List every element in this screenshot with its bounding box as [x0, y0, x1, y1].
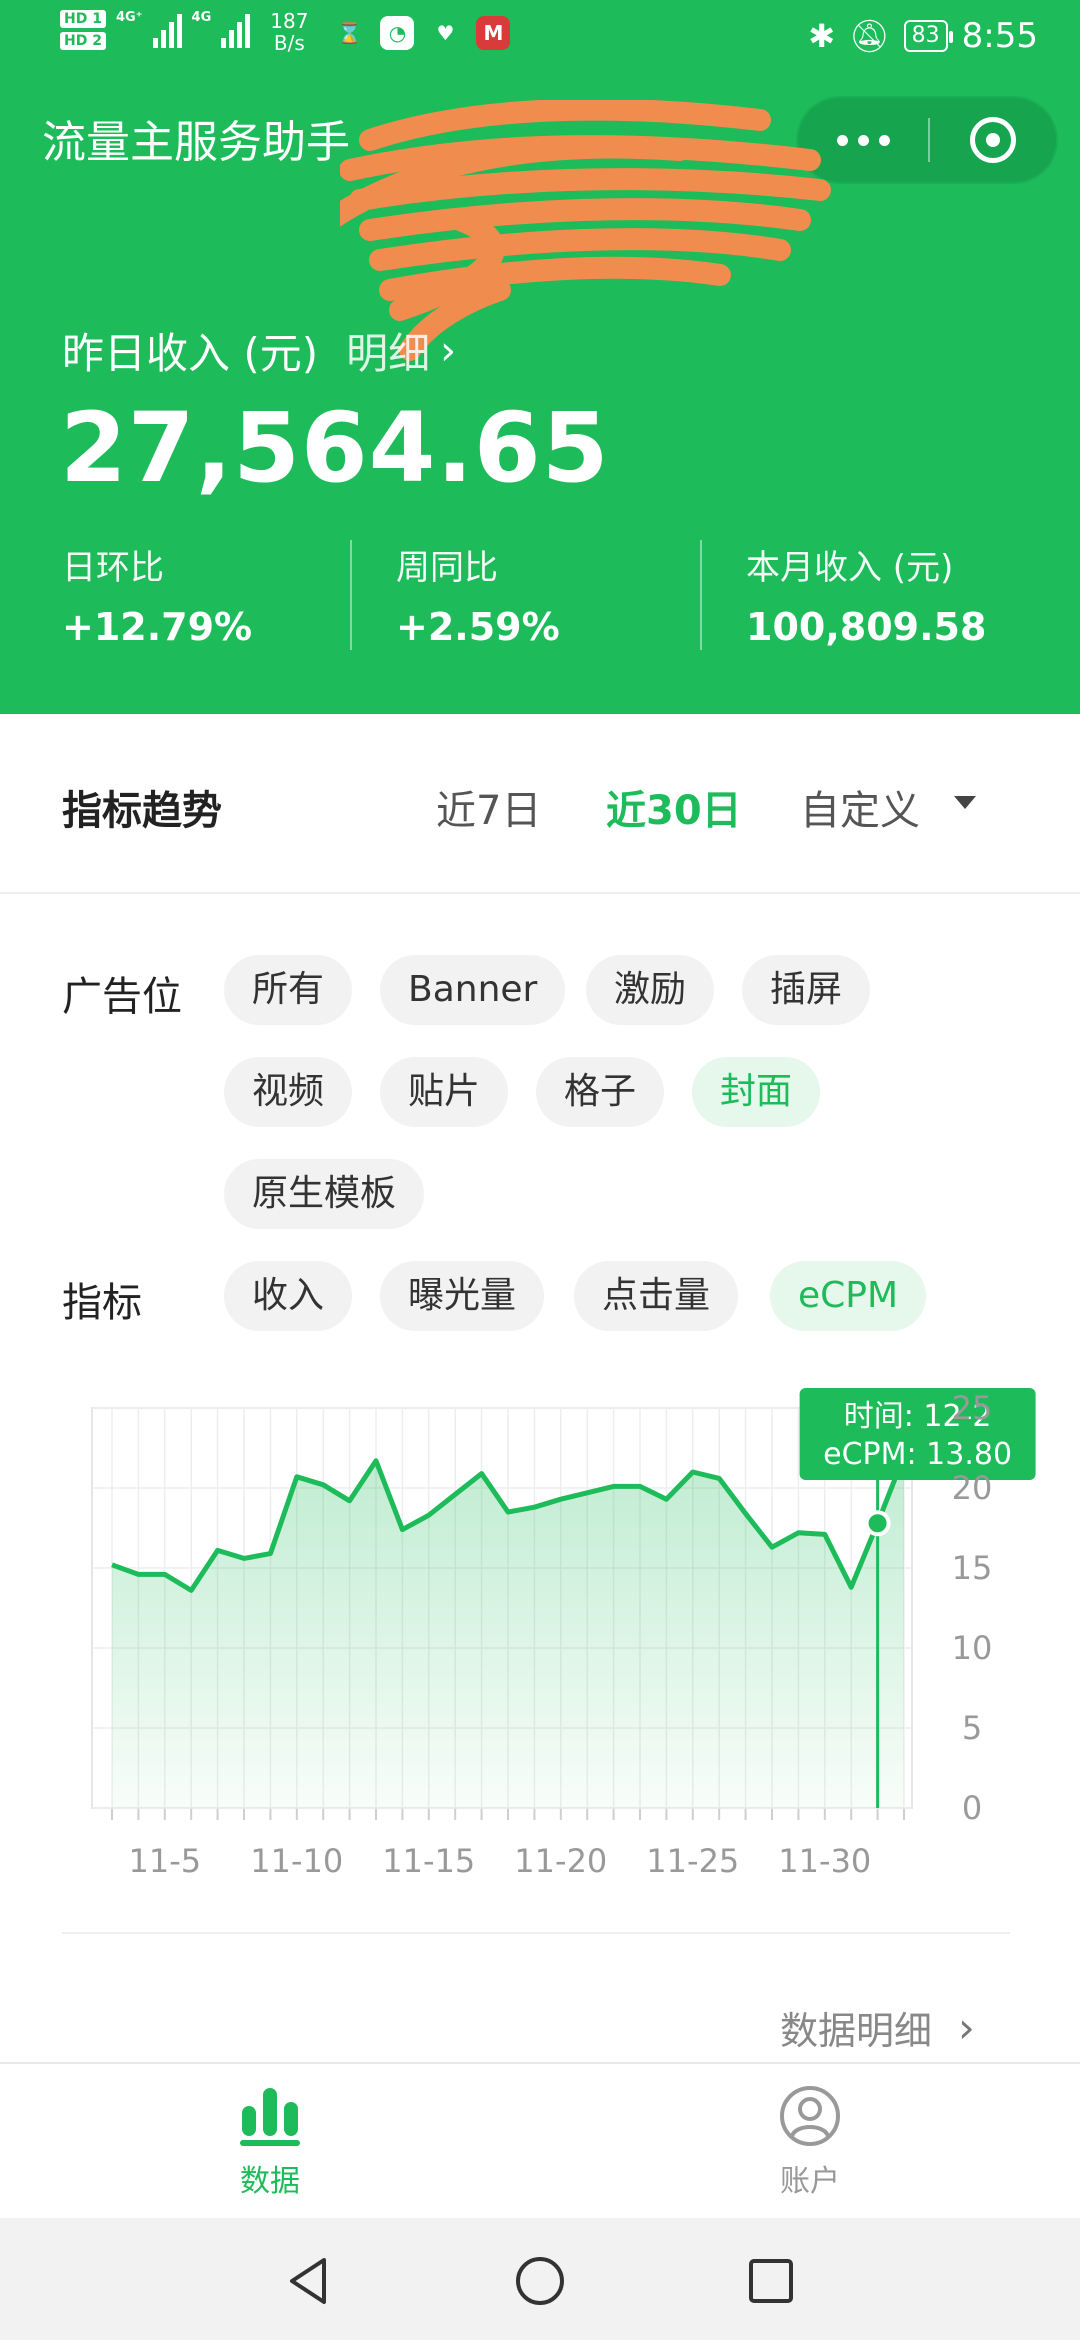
range-7d[interactable]: 近7日 — [436, 778, 541, 836]
trend-title: 指标趋势 — [62, 788, 222, 834]
home-icon[interactable] — [513, 2254, 567, 2308]
chip-ad-slot-native-template[interactable]: 原生模板 — [224, 1159, 425, 1229]
y-tick-label: 15 — [952, 1549, 993, 1587]
tab-bar: 数据 账户 — [0, 2062, 1080, 2218]
system-nav-bar — [0, 2218, 1080, 2340]
clock: 8:55 — [961, 16, 1038, 56]
chip-ad-slot-banner[interactable]: Banner — [380, 955, 566, 1025]
chip-ad-slot-interstitial[interactable]: 插屏 — [742, 955, 871, 1025]
yesterday-income-value: 27,564.65 — [60, 392, 610, 504]
chip-metric-ecpm[interactable]: eCPM — [770, 1261, 927, 1331]
user-icon — [780, 2086, 840, 2146]
hourglass-icon: ⌛ — [336, 21, 362, 45]
bar-chart-icon — [240, 2088, 300, 2146]
x-tick-label: 11-20 — [514, 1842, 607, 1880]
detail-link[interactable]: 明细 — [346, 320, 430, 381]
network-type-2: 4G — [191, 10, 212, 25]
tooltip-point — [864, 1510, 891, 1537]
signal-icon — [152, 10, 182, 48]
chip-ad-slot-grid[interactable]: 格子 — [536, 1057, 665, 1127]
battery-icon: 83 — [903, 20, 953, 52]
network-speed: 187 B/s — [270, 9, 309, 55]
chip-ad-slot-all[interactable]: 所有 — [224, 955, 353, 1025]
mute-bell-icon: 🔕︎ — [849, 17, 890, 55]
recents-icon[interactable] — [744, 2254, 798, 2308]
ad-slot-label: 广告位 — [62, 974, 182, 1020]
y-tick-label: 10 — [952, 1629, 993, 1667]
trend-bar: 指标趋势 近7日 近30日 自定义 — [0, 714, 1080, 894]
status-bar: HD 1 HD 2 4G⁺ 4G 187 B/s ⌛ ◔ ♥ M ✱ 🔕︎ 83… — [0, 0, 1080, 76]
health-heart-icon: ♥ — [436, 21, 455, 45]
target-icon — [970, 117, 1016, 163]
x-tick-label: 11-30 — [778, 1842, 871, 1880]
caret-down-icon[interactable] — [954, 796, 976, 809]
divider — [62, 1932, 1010, 1934]
chip-ad-slot-rewarded[interactable]: 激励 — [586, 955, 715, 1025]
chip-ad-slot-video[interactable]: 视频 — [224, 1057, 353, 1127]
y-tick-label: 25 — [952, 1389, 993, 1427]
data-detail-link[interactable]: 数据明细 › — [780, 2000, 975, 2055]
chevron-right-icon: › — [958, 2003, 975, 2052]
y-tick-label: 0 — [962, 1789, 982, 1827]
signal-icon-2 — [221, 10, 251, 48]
range-custom[interactable]: 自定义 — [800, 778, 920, 836]
stat-week-over-week: 周同比 +2.59% — [350, 540, 700, 650]
x-tick-label: 11-25 — [646, 1842, 739, 1880]
chat-app-icon: ◔ — [380, 16, 415, 50]
chip-ad-slot-preroll[interactable]: 贴片 — [380, 1057, 509, 1127]
app-title: 流量主服务助手 — [42, 117, 350, 168]
chip-metric-income[interactable]: 收入 — [224, 1261, 353, 1331]
chip-metric-clicks[interactable]: 点击量 — [574, 1261, 739, 1331]
stat-month-income: 本月收入 (元) 100,809.58 — [700, 540, 1050, 650]
x-tick-label: 11-5 — [128, 1842, 201, 1880]
network-type-1: 4G⁺ — [115, 10, 143, 25]
metric-label: 指标 — [62, 1280, 142, 1326]
bank-app-icon: M — [476, 16, 511, 50]
bluetooth-icon: ✱ — [808, 17, 836, 55]
tab-data[interactable]: 数据 — [170, 2084, 370, 2200]
yesterday-income-label: 昨日收入 (元) 明细 › — [62, 320, 456, 381]
sim2-tag: HD 2 — [60, 32, 106, 50]
close-button[interactable] — [930, 98, 1056, 182]
range-30d[interactable]: 近30日 — [606, 778, 742, 836]
chart-tooltip: 时间: 12-2 eCPM: 13.80 — [799, 1388, 1036, 1480]
chip-metric-impressions[interactable]: 曝光量 — [380, 1261, 545, 1331]
header: HD 1 HD 2 4G⁺ 4G 187 B/s ⌛ ◔ ♥ M ✱ 🔕︎ 83… — [0, 0, 1080, 714]
tab-account-label: 账户 — [780, 2164, 840, 2199]
back-icon[interactable] — [282, 2254, 336, 2308]
stats-row: 日环比 +12.79% 周同比 +2.59% 本月收入 (元) 100,809.… — [0, 540, 1080, 650]
chevron-right-icon: › — [440, 327, 457, 374]
chip-ad-slot-cover[interactable]: 封面 — [692, 1057, 821, 1127]
tooltip-value: eCPM: 13.80 — [823, 1437, 1012, 1472]
ecpm-trend-chart[interactable]: 时间: 12-2 eCPM: 13.80 0 5 10 15 20 25 11-5 11-1… — [40, 1380, 1040, 1900]
y-tick-label: 5 — [962, 1709, 982, 1747]
x-tick-label: 11-10 — [250, 1842, 343, 1880]
y-tick-label: 20 — [952, 1469, 993, 1507]
x-tick-label: 11-15 — [382, 1842, 475, 1880]
sim1-tag: HD 1 — [60, 10, 106, 28]
tab-data-label: 数据 — [240, 2164, 300, 2199]
tab-account[interactable]: 账户 — [710, 2084, 910, 2200]
stat-day-over-day: 日环比 +12.79% — [62, 548, 253, 649]
